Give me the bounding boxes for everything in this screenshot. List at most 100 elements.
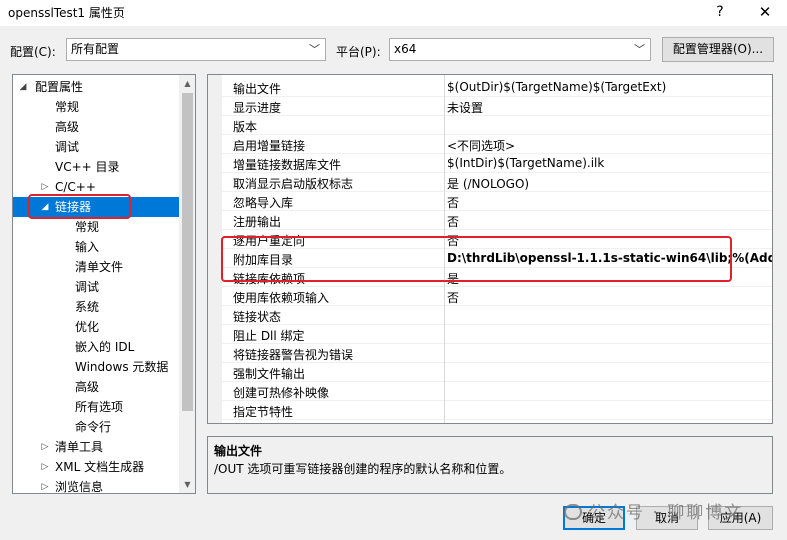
tree-item[interactable]: ▷ 清单工具 bbox=[13, 437, 177, 457]
tree-item[interactable]: ▷ C/C++ bbox=[13, 177, 177, 197]
property-name: 逐用户重定向 bbox=[233, 234, 306, 248]
property-name: 附加库目录 bbox=[233, 253, 294, 267]
tree-scrollbar[interactable]: ▲ ▼ bbox=[179, 75, 195, 493]
config-manager-button[interactable]: 配置管理器(O)... bbox=[662, 37, 774, 62]
window-title: opensslTest1 属性页 bbox=[8, 6, 125, 20]
property-value[interactable]: 否 bbox=[447, 232, 459, 249]
property-value[interactable]: 否 bbox=[447, 194, 459, 211]
tree-item[interactable]: 高级 bbox=[13, 377, 177, 397]
expand-icon[interactable]: ▷ bbox=[39, 477, 51, 493]
description-pane: 输出文件 /OUT 选项可重写链接器创建的程序的默认名称和位置。 bbox=[207, 436, 773, 494]
scroll-down-icon[interactable]: ▼ bbox=[179, 476, 195, 493]
tree-item[interactable]: 嵌入的 IDL bbox=[13, 337, 177, 357]
property-name: 忽略导入库 bbox=[233, 196, 294, 210]
tree-item[interactable]: 高级 bbox=[13, 117, 177, 137]
grid-gutter bbox=[208, 75, 222, 423]
property-value[interactable]: 是 (/NOLOGO) bbox=[447, 175, 529, 192]
tree-item-label: 优化 bbox=[75, 320, 100, 334]
property-name: 强制文件输出 bbox=[233, 367, 306, 381]
property-row[interactable]: 逐用户重定向 否 bbox=[222, 230, 772, 249]
tree-item[interactable]: 常规 bbox=[13, 217, 177, 237]
property-row[interactable]: 将链接器警告视为错误 bbox=[222, 344, 772, 363]
tree-item[interactable]: ▷ 浏览信息 bbox=[13, 477, 177, 494]
tree-item-label: 所有选项 bbox=[75, 400, 124, 414]
tree-item[interactable]: 常规 bbox=[13, 97, 177, 117]
property-value[interactable]: <不同选项> bbox=[447, 137, 515, 154]
tree-item[interactable]: 命令行 bbox=[13, 417, 177, 437]
tree-item-label: C/C++ bbox=[55, 180, 96, 194]
property-row[interactable]: 阻止 Dll 绑定 bbox=[222, 325, 772, 344]
tree-item[interactable]: 输入 bbox=[13, 237, 177, 257]
property-row[interactable]: 链接库依赖项 是 bbox=[222, 268, 772, 287]
watermark-text: 公众号 · 聊聊博文 bbox=[588, 503, 744, 523]
tree-item[interactable]: VC++ 目录 bbox=[13, 157, 177, 177]
property-row[interactable]: 版本 bbox=[222, 116, 772, 135]
property-row[interactable]: 输出文件 $(OutDir)$(TargetName)$(TargetExt) bbox=[222, 78, 772, 97]
scroll-up-icon[interactable]: ▲ bbox=[179, 75, 195, 92]
help-icon[interactable]: ? bbox=[700, 0, 740, 26]
property-row[interactable]: 创建可热修补映像 bbox=[222, 382, 772, 401]
property-value[interactable]: 未设置 bbox=[447, 99, 483, 116]
property-name: 增量链接数据库文件 bbox=[233, 158, 342, 172]
watermark: 公众号 · 聊聊博文 bbox=[564, 498, 743, 523]
grid-column-divider[interactable] bbox=[444, 75, 445, 423]
expand-icon[interactable]: ▷ bbox=[39, 457, 51, 477]
tree-item[interactable]: 调试 bbox=[13, 137, 177, 157]
property-value[interactable]: D:\thrdLib\openssl-1.1.1s-static-win64\l… bbox=[447, 251, 772, 265]
collapse-icon[interactable]: ◢ bbox=[17, 77, 29, 97]
scroll-thumb[interactable] bbox=[182, 93, 193, 411]
property-name: 阻止 Dll 绑定 bbox=[233, 329, 305, 343]
property-row[interactable]: 链接状态 bbox=[222, 306, 772, 325]
property-value[interactable]: $(IntDir)$(TargetName).ilk bbox=[447, 156, 604, 170]
property-row[interactable]: 增量链接数据库文件 $(IntDir)$(TargetName).ilk bbox=[222, 154, 772, 173]
tree-item-label: 浏览信息 bbox=[55, 480, 104, 494]
property-row[interactable]: 注册输出 否 bbox=[222, 211, 772, 230]
tree-item[interactable]: 所有选项 bbox=[13, 397, 177, 417]
wechat-icon bbox=[564, 504, 582, 520]
property-row[interactable]: 指定节特性 bbox=[222, 401, 772, 420]
tree-item-label: 配置属性 bbox=[35, 80, 84, 94]
property-row[interactable]: 强制文件输出 bbox=[222, 363, 772, 382]
category-tree[interactable]: ◢ 配置属性 常规 高级 调试 VC++ 目录 ▷ C/C++ ◢ 链接器 常规 输入 清单文件 调试 系统… bbox=[12, 74, 196, 494]
platform-select[interactable]: x64 ﹀ bbox=[389, 38, 651, 61]
property-name: 启用增量链接 bbox=[233, 139, 306, 153]
expand-icon[interactable]: ▷ bbox=[39, 177, 51, 197]
property-row[interactable]: 取消显示启动版权标志 是 (/NOLOGO) bbox=[222, 173, 772, 192]
description-text: /OUT 选项可重写链接器创建的程序的默认名称和位置。 bbox=[214, 462, 512, 476]
collapse-icon[interactable]: ◢ bbox=[39, 197, 51, 217]
property-grid[interactable]: 输出文件 $(OutDir)$(TargetName)$(TargetExt) 显示… bbox=[207, 74, 773, 424]
property-row[interactable]: 启用增量链接 <不同选项> bbox=[222, 135, 772, 154]
tree-item[interactable]: 优化 bbox=[13, 317, 177, 337]
tree-item-label: 调试 bbox=[55, 140, 80, 154]
tree-item[interactable]: 调试 bbox=[13, 277, 177, 297]
tree-item[interactable]: 系统 bbox=[13, 297, 177, 317]
tree-item-label: 清单工具 bbox=[55, 440, 104, 454]
property-row[interactable]: 使用库依赖项输入 否 bbox=[222, 287, 772, 306]
tree-item-label: 清单文件 bbox=[75, 260, 124, 274]
tree-item-label: 输入 bbox=[75, 240, 100, 254]
property-name: 链接库依赖项 bbox=[233, 272, 306, 286]
description-title: 输出文件 bbox=[214, 444, 263, 458]
tree-item[interactable]: ◢ 链接器 bbox=[13, 197, 179, 217]
property-value[interactable]: $(OutDir)$(TargetName)$(TargetExt) bbox=[447, 80, 666, 94]
expand-icon[interactable]: ▷ bbox=[39, 437, 51, 457]
property-name: 显示进度 bbox=[233, 101, 282, 115]
tree-item-label: 常规 bbox=[75, 220, 100, 234]
property-value[interactable]: 否 bbox=[447, 213, 459, 230]
tree-item-label: 高级 bbox=[55, 120, 80, 134]
property-value[interactable]: 否 bbox=[447, 289, 459, 306]
property-name: 指定节特性 bbox=[233, 405, 294, 419]
property-row[interactable]: 附加库目录 D:\thrdLib\openssl-1.1.1s-static-wi… bbox=[222, 249, 772, 268]
property-value[interactable]: 是 bbox=[447, 270, 459, 287]
platform-select-value: x64 bbox=[394, 42, 417, 56]
tree-item[interactable]: ◢ 配置属性 bbox=[13, 77, 177, 97]
tree-item-label: 链接器 bbox=[55, 200, 92, 214]
tree-item[interactable]: Windows 元数据 bbox=[13, 357, 177, 377]
platform-label: 平台(P): bbox=[336, 45, 381, 59]
tree-item[interactable]: ▷ XML 文档生成器 bbox=[13, 457, 177, 477]
property-row[interactable]: 忽略导入库 否 bbox=[222, 192, 772, 211]
close-icon[interactable]: ✕ bbox=[745, 0, 785, 26]
property-row[interactable]: 显示进度 未设置 bbox=[222, 97, 772, 116]
config-select[interactable]: 所有配置 ﹀ bbox=[66, 38, 326, 61]
tree-item[interactable]: 清单文件 bbox=[13, 257, 177, 277]
